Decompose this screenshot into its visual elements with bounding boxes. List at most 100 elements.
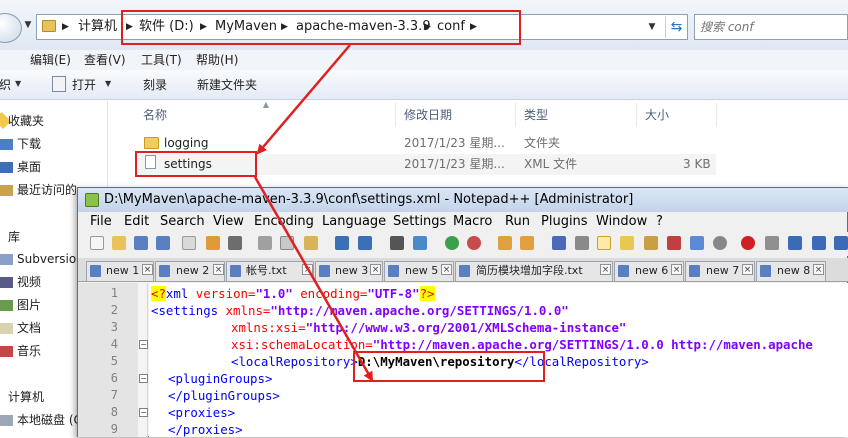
tab-close-icon[interactable]: × (671, 264, 682, 275)
tab-label: 简历模块增加字段.txt (476, 264, 583, 277)
column-divider[interactable] (395, 103, 396, 127)
monitor-icon[interactable] (713, 236, 727, 250)
nav-favorites[interactable]: 收藏夹 (8, 111, 44, 131)
nav-downloads[interactable]: 下载 (17, 134, 41, 154)
menu-language[interactable]: Language (322, 212, 386, 232)
code-line-1: <?xml version="1.0" encoding="UTF-8"?> (151, 285, 435, 302)
address-dropdown-icon[interactable]: ▼ (645, 18, 659, 36)
sync-v-icon[interactable] (498, 236, 512, 250)
menu-view[interactable]: View (213, 212, 244, 232)
function-list-icon[interactable] (667, 236, 681, 250)
doc-map-icon[interactable] (644, 236, 658, 250)
menu-help[interactable]: ? (656, 212, 663, 232)
nav-videos[interactable]: 视频 (17, 272, 41, 292)
organize-button[interactable]: 织 (0, 75, 11, 95)
menu-edit[interactable]: 编辑(E) (30, 50, 71, 70)
menu-window[interactable]: Window (596, 212, 647, 232)
save-icon[interactable] (134, 236, 148, 250)
menu-edit[interactable]: Edit (124, 212, 149, 232)
zoom-in-icon[interactable] (445, 236, 459, 250)
tab-close-icon[interactable]: × (302, 264, 313, 275)
tab-label: new 2 (176, 264, 210, 277)
save-all-icon[interactable] (156, 236, 170, 250)
xml-attr: encoding= (292, 286, 368, 301)
menu-tools[interactable]: 工具(T) (141, 50, 182, 70)
menu-macro[interactable]: Macro (453, 212, 492, 232)
tab-close-icon[interactable]: × (742, 264, 753, 275)
word-wrap-icon[interactable] (552, 236, 566, 250)
fold-collapse-icon[interactable]: − (139, 374, 148, 383)
tab-close-icon[interactable]: × (142, 264, 153, 275)
show-all-chars-icon[interactable] (575, 236, 589, 250)
menu-run[interactable]: Run (505, 212, 530, 232)
open-dropdown-icon[interactable]: ▼ (105, 79, 111, 88)
organize-dropdown-icon[interactable]: ▼ (15, 79, 21, 88)
breadcrumb-separator-icon[interactable]: ▶ (62, 17, 69, 37)
menu-help[interactable]: 帮助(H) (196, 50, 238, 70)
nav-music[interactable]: 音乐 (17, 341, 41, 361)
nav-subversion[interactable]: Subversion (17, 249, 84, 269)
close-icon[interactable] (182, 236, 196, 250)
redo-icon[interactable] (358, 236, 372, 250)
run-macro-multiple-icon[interactable] (812, 236, 826, 250)
burn-button[interactable]: 刻录 (143, 75, 167, 95)
print-icon[interactable] (228, 236, 242, 250)
nav-libraries[interactable]: 库 (8, 227, 20, 247)
menu-file[interactable]: File (90, 212, 112, 232)
xml-attr: xmlns:xsi= (231, 320, 306, 335)
fold-collapse-icon[interactable]: − (139, 340, 148, 349)
nav-documents[interactable]: 文档 (17, 318, 41, 338)
nav-recent[interactable]: 最近访问的 (17, 180, 77, 200)
column-divider[interactable] (515, 103, 516, 127)
new-file-icon[interactable] (90, 236, 104, 250)
nav-computer[interactable]: 计算机 (8, 387, 44, 407)
history-dropdown-icon[interactable]: ▼ (22, 20, 34, 34)
language-icon[interactable] (620, 236, 634, 250)
open-button[interactable]: 打开 (72, 75, 96, 95)
play-macro-icon[interactable] (788, 236, 802, 250)
paste-icon[interactable] (304, 236, 318, 250)
xml-attr: version= (188, 286, 256, 301)
column-divider[interactable] (636, 103, 637, 127)
fold-collapse-icon[interactable]: − (139, 408, 148, 417)
nav-pictures[interactable]: 图片 (17, 295, 41, 315)
nav-local-disk-c[interactable]: 本地磁盘 (C (17, 410, 82, 430)
save-macro-icon[interactable] (834, 236, 848, 250)
tab-close-icon[interactable]: × (213, 264, 224, 275)
nav-desktop[interactable]: 桌面 (17, 157, 41, 177)
open-file-icon[interactable] (112, 236, 126, 250)
tab-close-icon[interactable]: × (441, 264, 452, 275)
file-size: 3 KB (683, 157, 711, 171)
menu-settings[interactable]: Settings (393, 212, 446, 232)
sync-h-icon[interactable] (520, 236, 534, 250)
copy-icon[interactable] (280, 236, 294, 250)
xml-attr: xmlns= (218, 303, 271, 318)
replace-icon[interactable] (413, 236, 427, 250)
folder-workspace-icon[interactable] (690, 236, 704, 250)
annotation-box-address (121, 10, 521, 45)
column-name[interactable]: 名称 (143, 106, 167, 124)
search-input[interactable] (700, 18, 840, 36)
menu-plugins[interactable]: Plugins (541, 212, 588, 232)
undo-icon[interactable] (335, 236, 349, 250)
column-divider[interactable] (716, 103, 717, 127)
menu-encoding[interactable]: Encoding (254, 212, 314, 232)
column-size[interactable]: 大小 (645, 106, 669, 124)
cut-icon[interactable] (258, 236, 272, 250)
find-icon[interactable] (390, 236, 404, 250)
refresh-icon[interactable]: ⇆ (665, 16, 687, 38)
tab-close-icon[interactable]: × (600, 264, 611, 275)
breadcrumb-computer[interactable]: 计算机 (78, 17, 117, 37)
menu-search[interactable]: Search (160, 212, 205, 232)
zoom-out-icon[interactable] (467, 236, 481, 250)
stop-macro-icon[interactable] (765, 236, 779, 250)
close-all-icon[interactable] (206, 236, 220, 250)
record-macro-icon[interactable] (741, 236, 755, 250)
column-type[interactable]: 类型 (524, 106, 548, 124)
tab-close-icon[interactable]: × (370, 264, 381, 275)
menu-view[interactable]: 查看(V) (84, 50, 126, 70)
tab-close-icon[interactable]: × (813, 264, 824, 275)
indent-guide-icon[interactable] (597, 236, 611, 250)
column-date[interactable]: 修改日期 (404, 106, 452, 124)
new-folder-button[interactable]: 新建文件夹 (197, 75, 257, 95)
